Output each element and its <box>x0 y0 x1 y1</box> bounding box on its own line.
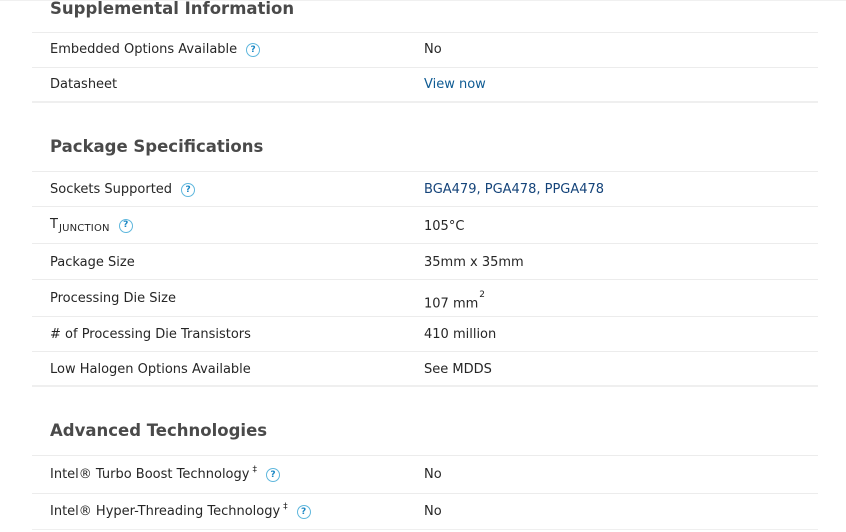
spec-label: TJUNCTION <box>50 217 110 234</box>
spec-label: Intel® Turbo Boost Technology <box>50 467 250 482</box>
spec-value: No <box>424 504 442 519</box>
section-divider <box>32 385 818 387</box>
tjunction-t: T <box>50 217 58 232</box>
spec-row-package-size: Package Size 35mm x 35mm <box>32 243 818 280</box>
spec-row-embedded-options: Embedded Options Available ? No <box>32 32 818 67</box>
question-circle-icon[interactable]: ? <box>181 183 196 197</box>
section-title-package: Package Specifications <box>50 137 264 156</box>
footnote-mark: ‡ <box>252 465 257 475</box>
datasheet-view-now-link[interactable]: View now <box>424 77 486 93</box>
spec-value: 410 million <box>424 327 497 342</box>
spec-label: Sockets Supported <box>50 182 173 197</box>
question-circle-icon[interactable]: ? <box>296 505 311 519</box>
section-title-supplemental: Supplemental Information <box>50 0 295 18</box>
spec-label: Intel® Hyper-Threading Technology <box>50 504 281 519</box>
tjunction-subscript: JUNCTION <box>58 223 110 234</box>
spec-row-turbo-boost: Intel® Turbo Boost Technology ‡ ? No <box>32 455 818 494</box>
spec-row-transistors: # of Processing Die Transistors 410 mill… <box>32 316 818 352</box>
spec-value: 105°C <box>424 219 465 234</box>
spec-value: 35mm x 35mm <box>424 255 524 270</box>
spec-row-die-size: Processing Die Size 107 mm2 <box>32 279 818 317</box>
question-circle-icon[interactable]: ? <box>118 218 133 233</box>
spec-label: Low Halogen Options Available <box>50 362 251 377</box>
spec-row-hyper-threading: Intel® Hyper-Threading Technology ‡ ? No <box>32 493 818 530</box>
spec-row-sockets: Sockets Supported ? BGA479, PGA478, PPGA… <box>32 171 818 207</box>
spec-row-datasheet: Datasheet View now <box>32 67 818 102</box>
question-circle-icon[interactable]: ? <box>265 468 280 482</box>
spec-label: Package Size <box>50 255 135 270</box>
spec-value: See MDDS <box>424 362 492 377</box>
spec-value: No <box>424 42 442 57</box>
spec-value: No <box>424 467 442 482</box>
spec-row-tjunction: TJUNCTION ? 105°C <box>32 206 818 244</box>
spec-value: BGA479, PGA478, PPGA478 <box>424 182 605 197</box>
question-circle-icon[interactable]: ? <box>246 43 261 57</box>
spec-label: Processing Die Size <box>50 291 176 306</box>
spec-value: 107 mm2 <box>424 290 486 312</box>
footnote-mark: ‡ <box>283 502 288 512</box>
section-title-advanced: Advanced Technologies <box>50 421 268 440</box>
spec-label: Embedded Options Available <box>50 42 238 57</box>
spec-row-halogen: Low Halogen Options Available See MDDS <box>32 351 818 386</box>
spec-label: # of Processing Die Transistors <box>50 327 251 342</box>
section-divider <box>32 529 818 530</box>
section-divider <box>32 101 818 103</box>
spec-label: Datasheet <box>50 77 118 92</box>
die-size-exponent: 2 <box>479 290 486 300</box>
die-size-value: 107 mm <box>424 296 479 312</box>
